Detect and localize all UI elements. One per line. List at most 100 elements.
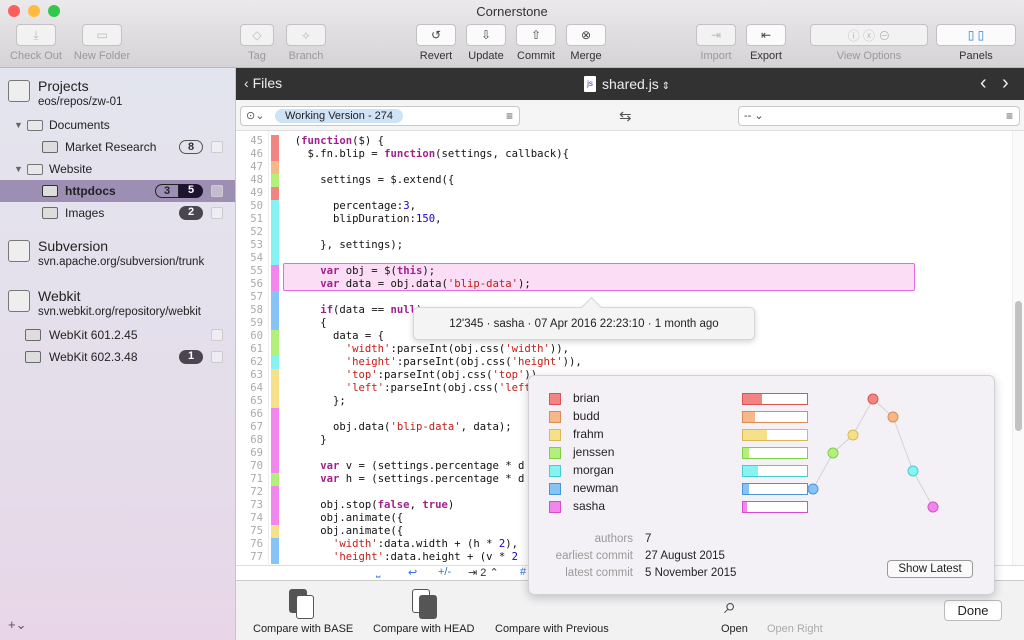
code-line: if(data == null) xyxy=(320,304,422,316)
sidebar-item-label: httpdocs xyxy=(65,184,116,198)
sidebar-item-webkit-601[interactable]: WebKit 601.2.45 xyxy=(0,324,235,346)
code-line: 'height':data.height + (v * 2 xyxy=(333,551,519,563)
blame-author-marker[interactable] xyxy=(271,512,279,525)
left-version-selector[interactable]: ⊙⌄ Working Version - 274 ≡ xyxy=(240,106,520,126)
blame-author-marker[interactable] xyxy=(271,356,279,369)
blame-author-marker[interactable] xyxy=(271,161,279,174)
blame-author-marker[interactable] xyxy=(271,421,279,434)
menu-icon[interactable]: ≡ xyxy=(506,109,513,123)
show-invisibles-toggle[interactable]: ⎵ xyxy=(376,566,380,579)
toolbar-label: Check Out xyxy=(10,50,62,62)
blame-author-marker[interactable] xyxy=(271,200,279,213)
blame-author-marker[interactable] xyxy=(271,473,279,486)
previous-file-button[interactable]: ‹ xyxy=(980,72,987,95)
show-latest-button[interactable]: Show Latest xyxy=(887,560,973,578)
title-bar: Cornerstone ⤓ Check Out ▭ New Folder ◇ Tag ⟡ Br… xyxy=(0,0,1024,68)
add-menu-button[interactable]: +⌄ xyxy=(8,617,26,633)
blame-author-marker[interactable] xyxy=(271,447,279,460)
blame-author-marker[interactable] xyxy=(271,317,279,330)
merge-icon: ⊗ xyxy=(580,28,592,42)
revert-button[interactable]: ↺ Revert xyxy=(416,24,456,62)
menu-icon[interactable]: ≡ xyxy=(1006,109,1013,123)
panels-button[interactable]: ▯ ▯ Panels xyxy=(936,24,1016,62)
blame-author-marker[interactable] xyxy=(271,304,279,317)
code-line: } xyxy=(282,434,327,446)
line-number: 53 xyxy=(250,239,263,251)
toolbar-label: Tag xyxy=(248,50,266,62)
blame-author-marker[interactable] xyxy=(271,174,279,187)
commit-button[interactable]: ⇧ Commit xyxy=(516,24,556,62)
merge-button[interactable]: ⊗ Merge xyxy=(566,24,606,62)
blame-author-marker[interactable] xyxy=(271,460,279,473)
blame-author-marker[interactable] xyxy=(271,486,279,499)
compare-head-button[interactable]: Compare with HEAD xyxy=(373,623,474,635)
open-right-button: Open Right xyxy=(767,623,823,635)
back-to-files-button[interactable]: ‹ Files xyxy=(244,75,282,91)
blame-author-marker[interactable] xyxy=(271,382,279,395)
blame-author-marker[interactable] xyxy=(271,538,279,551)
tag-icon: ◇ xyxy=(252,28,262,42)
next-file-button[interactable]: › xyxy=(1002,72,1009,95)
compare-base-button[interactable]: Compare with BASE xyxy=(253,623,353,635)
blame-author-marker[interactable] xyxy=(271,343,279,356)
open-button[interactable]: Open xyxy=(721,623,748,635)
blame-author-marker[interactable] xyxy=(271,226,279,239)
vertical-scrollbar[interactable] xyxy=(1012,131,1024,565)
sidebar-item-market-research[interactable]: Market Research 8 xyxy=(0,136,235,158)
code-line: 'width':parseInt(obj.css('width')), xyxy=(345,343,570,355)
disclosure-triangle-icon[interactable]: ▼ xyxy=(14,158,23,180)
checkbox[interactable] xyxy=(211,351,223,363)
blame-author-marker[interactable] xyxy=(271,408,279,421)
compare-previous-button[interactable]: Compare with Previous xyxy=(495,623,609,635)
file-selector[interactable]: shared.js ⇕ xyxy=(602,76,670,92)
blame-author-marker[interactable] xyxy=(271,551,279,564)
line-number: 58 xyxy=(250,304,263,316)
blame-author-marker[interactable] xyxy=(271,291,279,304)
sidebar-item-httpdocs[interactable]: httpdocs 3 5 xyxy=(0,180,235,202)
checkbox[interactable] xyxy=(211,329,223,341)
line-number: 46 xyxy=(250,148,263,160)
sidebar-item-label: WebKit 601.2.45 xyxy=(49,328,138,342)
blame-author-marker[interactable] xyxy=(271,434,279,447)
blame-author-marker[interactable] xyxy=(271,369,279,382)
blame-author-marker[interactable] xyxy=(271,148,279,161)
update-button[interactable]: ⇩ Update xyxy=(466,24,506,62)
tab-width-selector[interactable]: ⇥ 2 ⌃ xyxy=(468,566,499,579)
swap-icon[interactable]: ⇆ xyxy=(619,107,632,125)
checkbox[interactable] xyxy=(211,185,223,197)
blame-author-marker[interactable] xyxy=(271,265,279,278)
target-menu-icon[interactable]: ⊙⌄ xyxy=(246,109,264,122)
checkbox[interactable] xyxy=(211,141,223,153)
blame-author-marker[interactable] xyxy=(271,213,279,226)
export-button[interactable]: ⇤ Export xyxy=(746,24,786,62)
scrollbar-thumb[interactable] xyxy=(1015,301,1022,431)
right-version-selector[interactable]: -- ⌄ ≡ xyxy=(738,106,1020,126)
checkbox[interactable] xyxy=(211,207,223,219)
blame-author-marker[interactable] xyxy=(271,135,279,148)
author-row: morgan xyxy=(549,462,808,480)
sidebar-item-website[interactable]: ▼ Website xyxy=(0,158,235,180)
line-number: 48 xyxy=(250,174,263,186)
blame-author-marker[interactable] xyxy=(271,330,279,343)
back-label: Files xyxy=(252,75,283,91)
blame-author-marker[interactable] xyxy=(271,525,279,538)
blame-author-marker[interactable] xyxy=(271,187,279,200)
disclosure-triangle-icon[interactable]: ▼ xyxy=(14,114,23,136)
sidebar-item-label: Documents xyxy=(49,118,110,132)
diff-toggle[interactable]: +/- xyxy=(438,566,451,578)
blame-author-marker[interactable] xyxy=(271,278,279,291)
blame-author-marker[interactable] xyxy=(271,395,279,408)
toolbar-label: Panels xyxy=(959,50,993,62)
code-line: percentage:3, xyxy=(282,200,416,212)
line-number: 71 xyxy=(250,473,263,485)
line-wrap-toggle[interactable]: ↩ xyxy=(408,566,417,579)
sidebar-item-webkit-602[interactable]: WebKit 602.3.48 1 xyxy=(0,346,235,368)
author-row: sasha xyxy=(549,498,808,516)
done-button[interactable]: Done xyxy=(944,600,1002,621)
blame-author-marker[interactable] xyxy=(271,239,279,252)
blame-author-marker[interactable] xyxy=(271,499,279,512)
sidebar-item-images[interactable]: Images 2 xyxy=(0,202,235,224)
line-numbers-toggle[interactable]: # xyxy=(520,566,526,578)
sidebar-item-documents[interactable]: ▼ Documents xyxy=(0,114,235,136)
blame-author-marker[interactable] xyxy=(271,252,279,265)
